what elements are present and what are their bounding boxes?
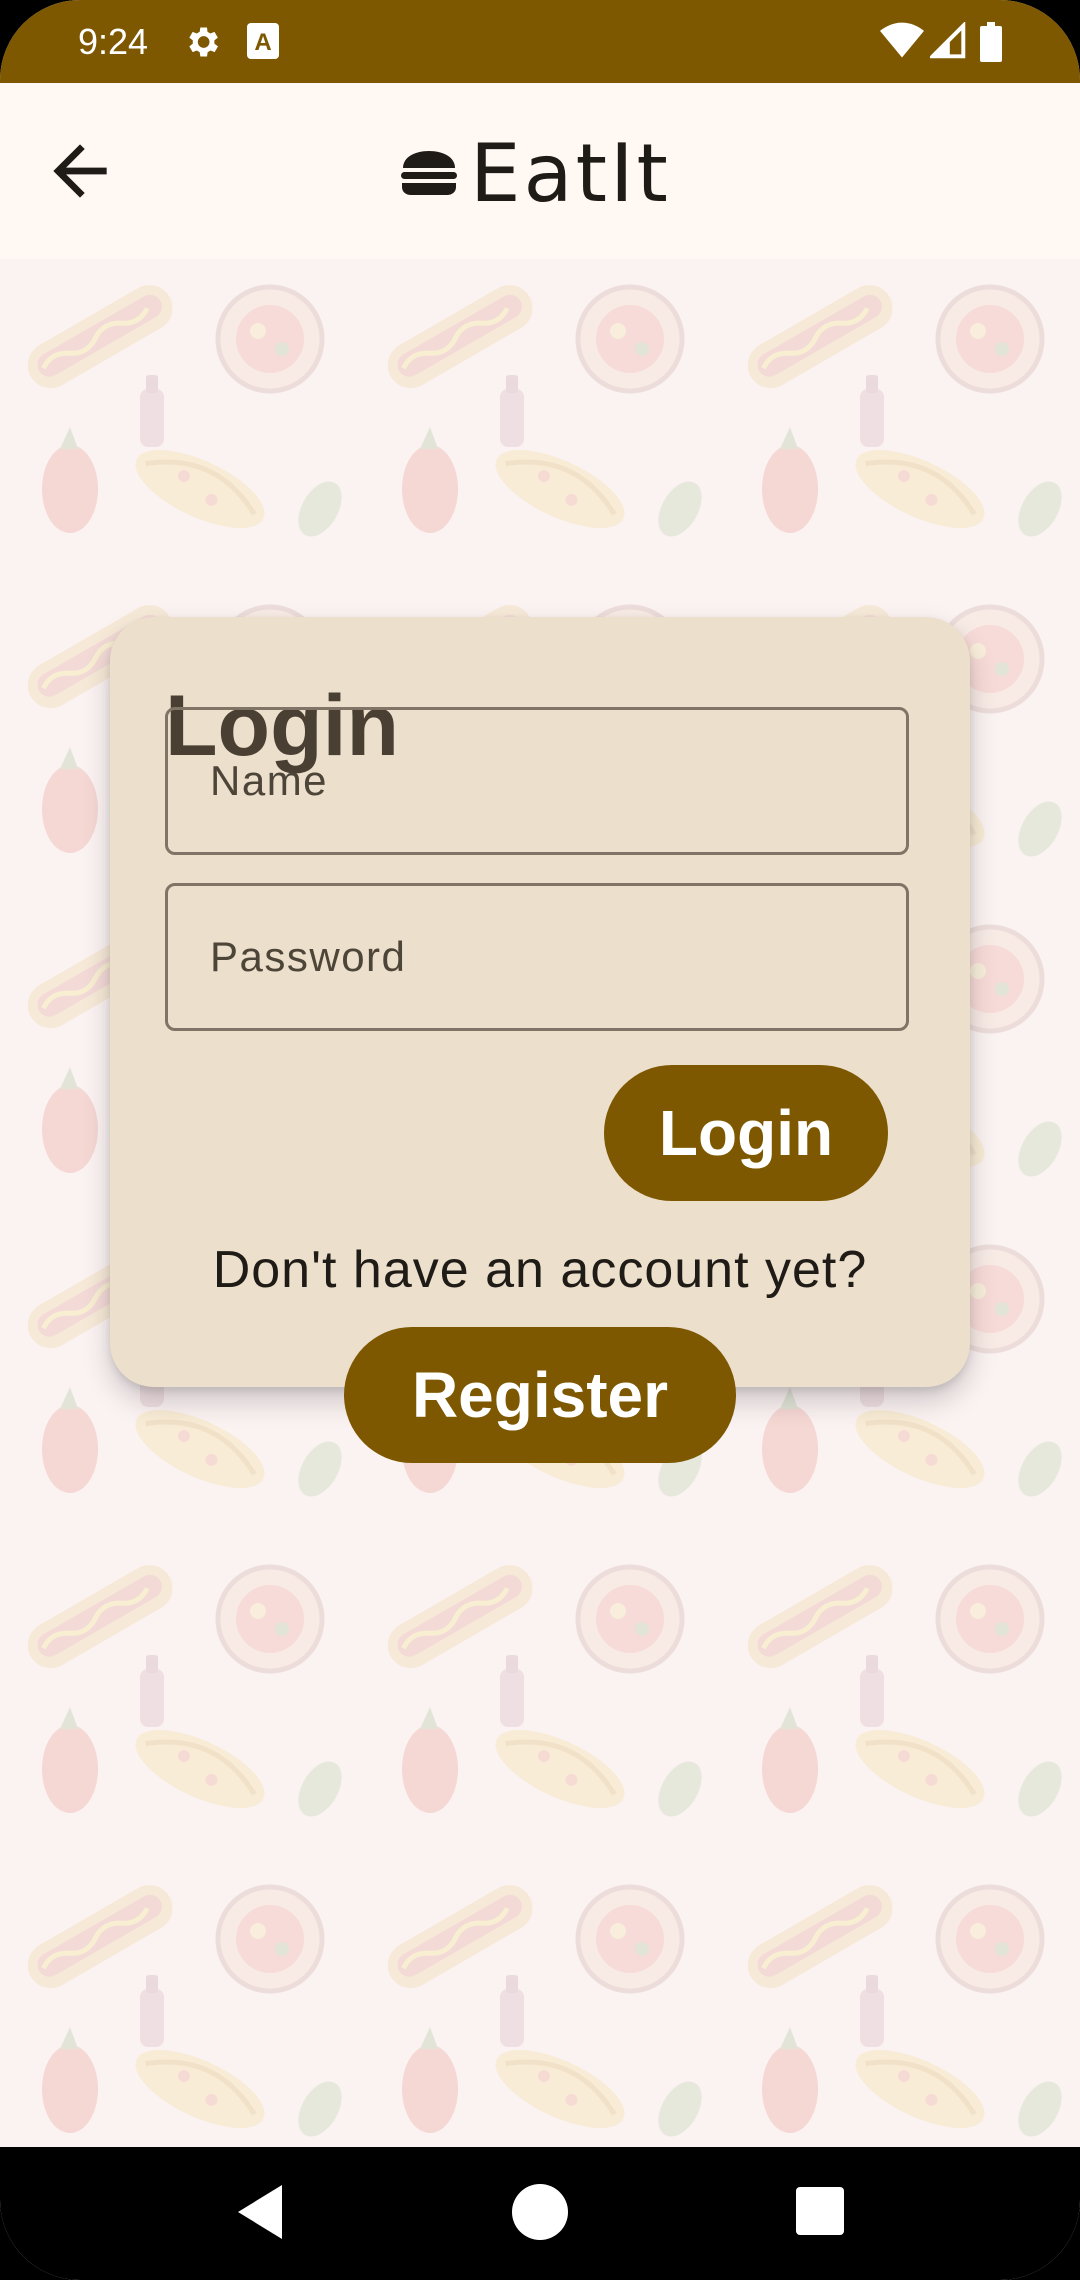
status-time: 9:24	[78, 21, 149, 62]
status-bar: 9:24 A	[0, 0, 1080, 83]
arrow-back-icon	[53, 144, 107, 198]
svg-text:A: A	[254, 29, 271, 56]
no-account-prompt: Don't have an account yet?	[212, 1241, 868, 1299]
password-field[interactable]	[165, 883, 909, 1031]
password-input[interactable]	[168, 886, 906, 1028]
wifi-icon	[880, 22, 924, 58]
app-logo: EatIt	[400, 123, 671, 223]
settings-icon	[189, 27, 218, 57]
nav-back-icon[interactable]	[230, 2177, 290, 2247]
login-button[interactable]: Login	[604, 1065, 888, 1201]
font-a-icon: A	[247, 23, 279, 59]
register-button[interactable]: Register	[344, 1327, 736, 1463]
phone-screen: 9:24 A EatIt Login Name Login Don't have…	[0, 0, 1080, 2280]
burger-icon	[401, 151, 457, 195]
battery-icon	[980, 22, 1002, 62]
app-bar: EatIt	[0, 83, 1080, 259]
back-button[interactable]	[40, 131, 120, 211]
app-title: EatIt	[470, 126, 671, 220]
navigation-bar	[0, 2147, 1080, 2280]
name-field[interactable]	[165, 707, 909, 855]
nav-home-icon[interactable]	[500, 2177, 580, 2247]
signal-icon	[930, 22, 966, 59]
name-input[interactable]	[168, 710, 906, 852]
nav-recents-icon[interactable]	[790, 2177, 850, 2247]
